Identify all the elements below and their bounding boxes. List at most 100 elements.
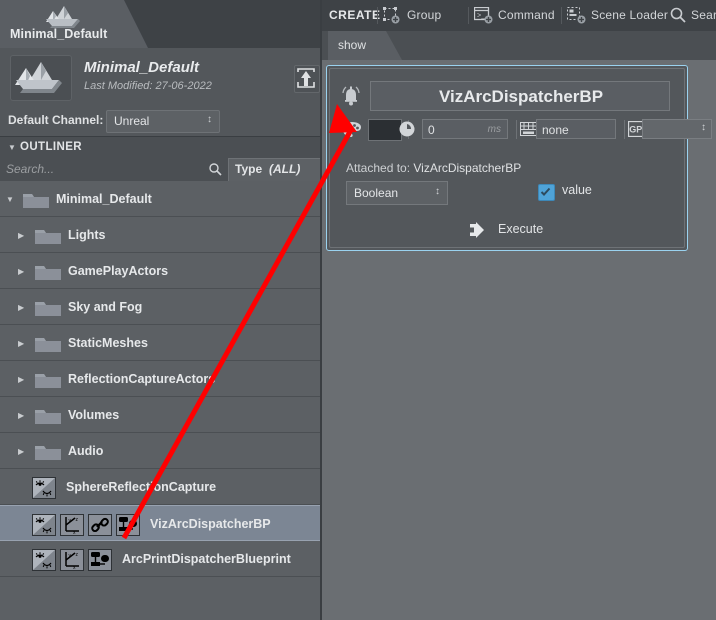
scene-tab-minimal-default[interactable]: Minimal_Default: [0, 0, 148, 48]
search-input[interactable]: Search...: [0, 157, 228, 181]
chevron-right-icon[interactable]: ▶: [18, 267, 24, 276]
toolbar-item-label: Scene Loader: [591, 8, 669, 22]
chevron-updown-icon: ↕: [207, 114, 212, 125]
default-channel-select[interactable]: Unreal ↕: [106, 110, 220, 133]
search-icon[interactable]: [209, 163, 222, 179]
visibility-eye-icon[interactable]: [32, 514, 56, 536]
outliner-row[interactable]: ▶ StaticMeshes: [0, 325, 322, 361]
outliner-row[interactable]: ▶ Lights: [0, 217, 322, 253]
chevron-right-icon[interactable]: ▶: [18, 231, 24, 240]
outliner-search-row: Search... Type (ALL): [0, 157, 324, 182]
blueprint-nodes-icon[interactable]: [88, 549, 112, 571]
shortcut-input[interactable]: none: [536, 119, 616, 139]
color-palette-icon[interactable]: [342, 121, 362, 141]
scene-tabstrip: Minimal_Default: [0, 0, 322, 48]
outliner-row-label: SphereReflectionCapture: [66, 480, 217, 494]
scene-panel: Minimal_Default Minimal_Default Last Mod…: [0, 0, 324, 620]
scene-header: Minimal_Default Last Modified: 27-06-202…: [0, 48, 322, 107]
search-placeholder: Search...: [6, 162, 55, 176]
folder-icon: [34, 407, 62, 425]
workspace-canvas[interactable]: VizArcDispatcherBP 0 ms none GPI ↕ Attac…: [322, 60, 716, 620]
chevron-updown-icon: ↕: [701, 122, 706, 133]
notification-bell-icon[interactable]: [338, 83, 364, 112]
outliner-row-label: StaticMeshes: [68, 336, 148, 350]
attached-to-label: Attached to:: [346, 161, 411, 175]
outliner-header[interactable]: ▼ OUTLINER: [0, 137, 322, 158]
chevron-right-icon[interactable]: ▶: [18, 339, 24, 348]
outliner-row[interactable]: ▶ GamePlayActors: [0, 253, 322, 289]
upload-export-icon[interactable]: [294, 65, 320, 93]
dispatcher-color-swatch[interactable]: [368, 119, 402, 141]
toolbar-divider: [468, 7, 469, 24]
parameter-type-value: Boolean: [354, 186, 399, 200]
dispatcher-title: VizArcDispatcherBP: [438, 87, 604, 106]
visibility-eye-icon[interactable]: [32, 477, 56, 499]
delay-input[interactable]: 0 ms: [422, 119, 508, 139]
chevron-right-icon[interactable]: ▶: [18, 411, 24, 420]
outliner-row-label: ReflectionCaptureActors: [68, 372, 216, 386]
outliner-row[interactable]: ▶ Volumes: [0, 397, 322, 433]
type-filter-value: (ALL): [269, 162, 301, 176]
scene-name: Minimal_Default: [84, 59, 200, 76]
type-filter-label: Type: [235, 162, 263, 176]
gpi-select[interactable]: ↕: [642, 119, 712, 139]
search-icon: [670, 7, 686, 26]
outliner-tree: ▼ Minimal_Default ▶ Lights ▶ GamePlayActors ▶ S…: [0, 181, 322, 591]
delay-unit: ms: [487, 124, 501, 135]
keyboard-shortcut-icon: [520, 122, 537, 139]
toolbar-item-label: Command: [498, 8, 555, 22]
clock-icon: [398, 120, 416, 141]
execute-play-icon: [470, 221, 491, 242]
default-channel-row: Default Channel: Unreal ↕: [0, 106, 322, 137]
execute-label: Execute: [498, 222, 544, 236]
value-checkbox[interactable]: [538, 184, 555, 201]
parameter-type-select[interactable]: Boolean ↕: [346, 181, 448, 205]
outliner-row-label: ArcPrintDispatcherBlueprint: [122, 552, 291, 566]
attached-to-row: Attached to: VizArcDispatcherBP: [346, 161, 521, 175]
dispatcher-control[interactable]: VizArcDispatcherBP 0 ms none GPI ↕ Attac…: [326, 65, 712, 251]
workspace-panel: CREATE Group>_CommandScene LoaderSearch …: [322, 0, 716, 620]
divider: [516, 120, 517, 139]
type-filter-dropdown[interactable]: Type (ALL): [228, 158, 324, 182]
add-command-icon: >_: [473, 6, 493, 27]
link-chain-icon[interactable]: [88, 514, 112, 536]
folder-icon: [34, 335, 62, 353]
outliner-row[interactable]: y z x VizArcDispatcherBP: [0, 505, 322, 541]
blueprint-nodes-icon[interactable]: [116, 514, 140, 536]
transform-axis-icon[interactable]: yzx: [60, 549, 84, 571]
folder-icon: [34, 299, 62, 317]
attached-to-value: VizArcDispatcherBP: [413, 161, 522, 175]
folder-icon: [34, 443, 62, 461]
divider: [624, 120, 625, 139]
outliner-row[interactable]: ▶ ReflectionCaptureActors: [0, 361, 322, 397]
outliner-row[interactable]: ▶ Sky and Fog: [0, 289, 322, 325]
chevron-right-icon[interactable]: ▶: [18, 447, 24, 456]
toolbar-item-label: Search: [691, 8, 716, 22]
outliner-row-label: Lights: [68, 228, 106, 242]
chevron-right-icon[interactable]: ▶: [18, 375, 24, 384]
outliner-row[interactable]: ▶ Audio: [0, 433, 322, 469]
scene-mountains-icon: [44, 4, 84, 28]
chevron-down-icon[interactable]: ▼: [6, 195, 14, 204]
outliner-row-label: Audio: [68, 444, 104, 458]
outliner-row-label: Volumes: [68, 408, 120, 422]
scene-last-modified: Last Modified: 27-06-2022: [84, 80, 212, 92]
visibility-eye-icon[interactable]: [32, 549, 56, 571]
chevron-updown-icon: ↕: [435, 186, 440, 197]
folder-icon: [34, 227, 62, 245]
chevron-right-icon[interactable]: ▶: [18, 303, 24, 312]
outliner-row[interactable]: SphereReflectionCapture: [0, 469, 322, 505]
value-checkbox-label: value: [562, 183, 592, 197]
outliner-row[interactable]: ▼ Minimal_Default: [0, 181, 322, 217]
workspace-tabrow: show: [322, 31, 716, 60]
dispatcher-title-field[interactable]: VizArcDispatcherBP: [370, 81, 670, 111]
dispatcher-controls-row: 0 ms none GPI ↕: [342, 119, 712, 141]
tab-show[interactable]: show: [328, 31, 402, 60]
toolbar-divider: [561, 7, 562, 24]
folder-icon: [34, 371, 62, 389]
transform-axis-icon[interactable]: yzx: [60, 514, 84, 536]
outliner-row-label: Minimal_Default: [56, 192, 152, 206]
scene-thumbnail: [10, 55, 72, 101]
add-group-icon: [383, 7, 400, 27]
outliner-row[interactable]: y z x ArcPrintDispatcherBlueprint: [0, 541, 322, 577]
